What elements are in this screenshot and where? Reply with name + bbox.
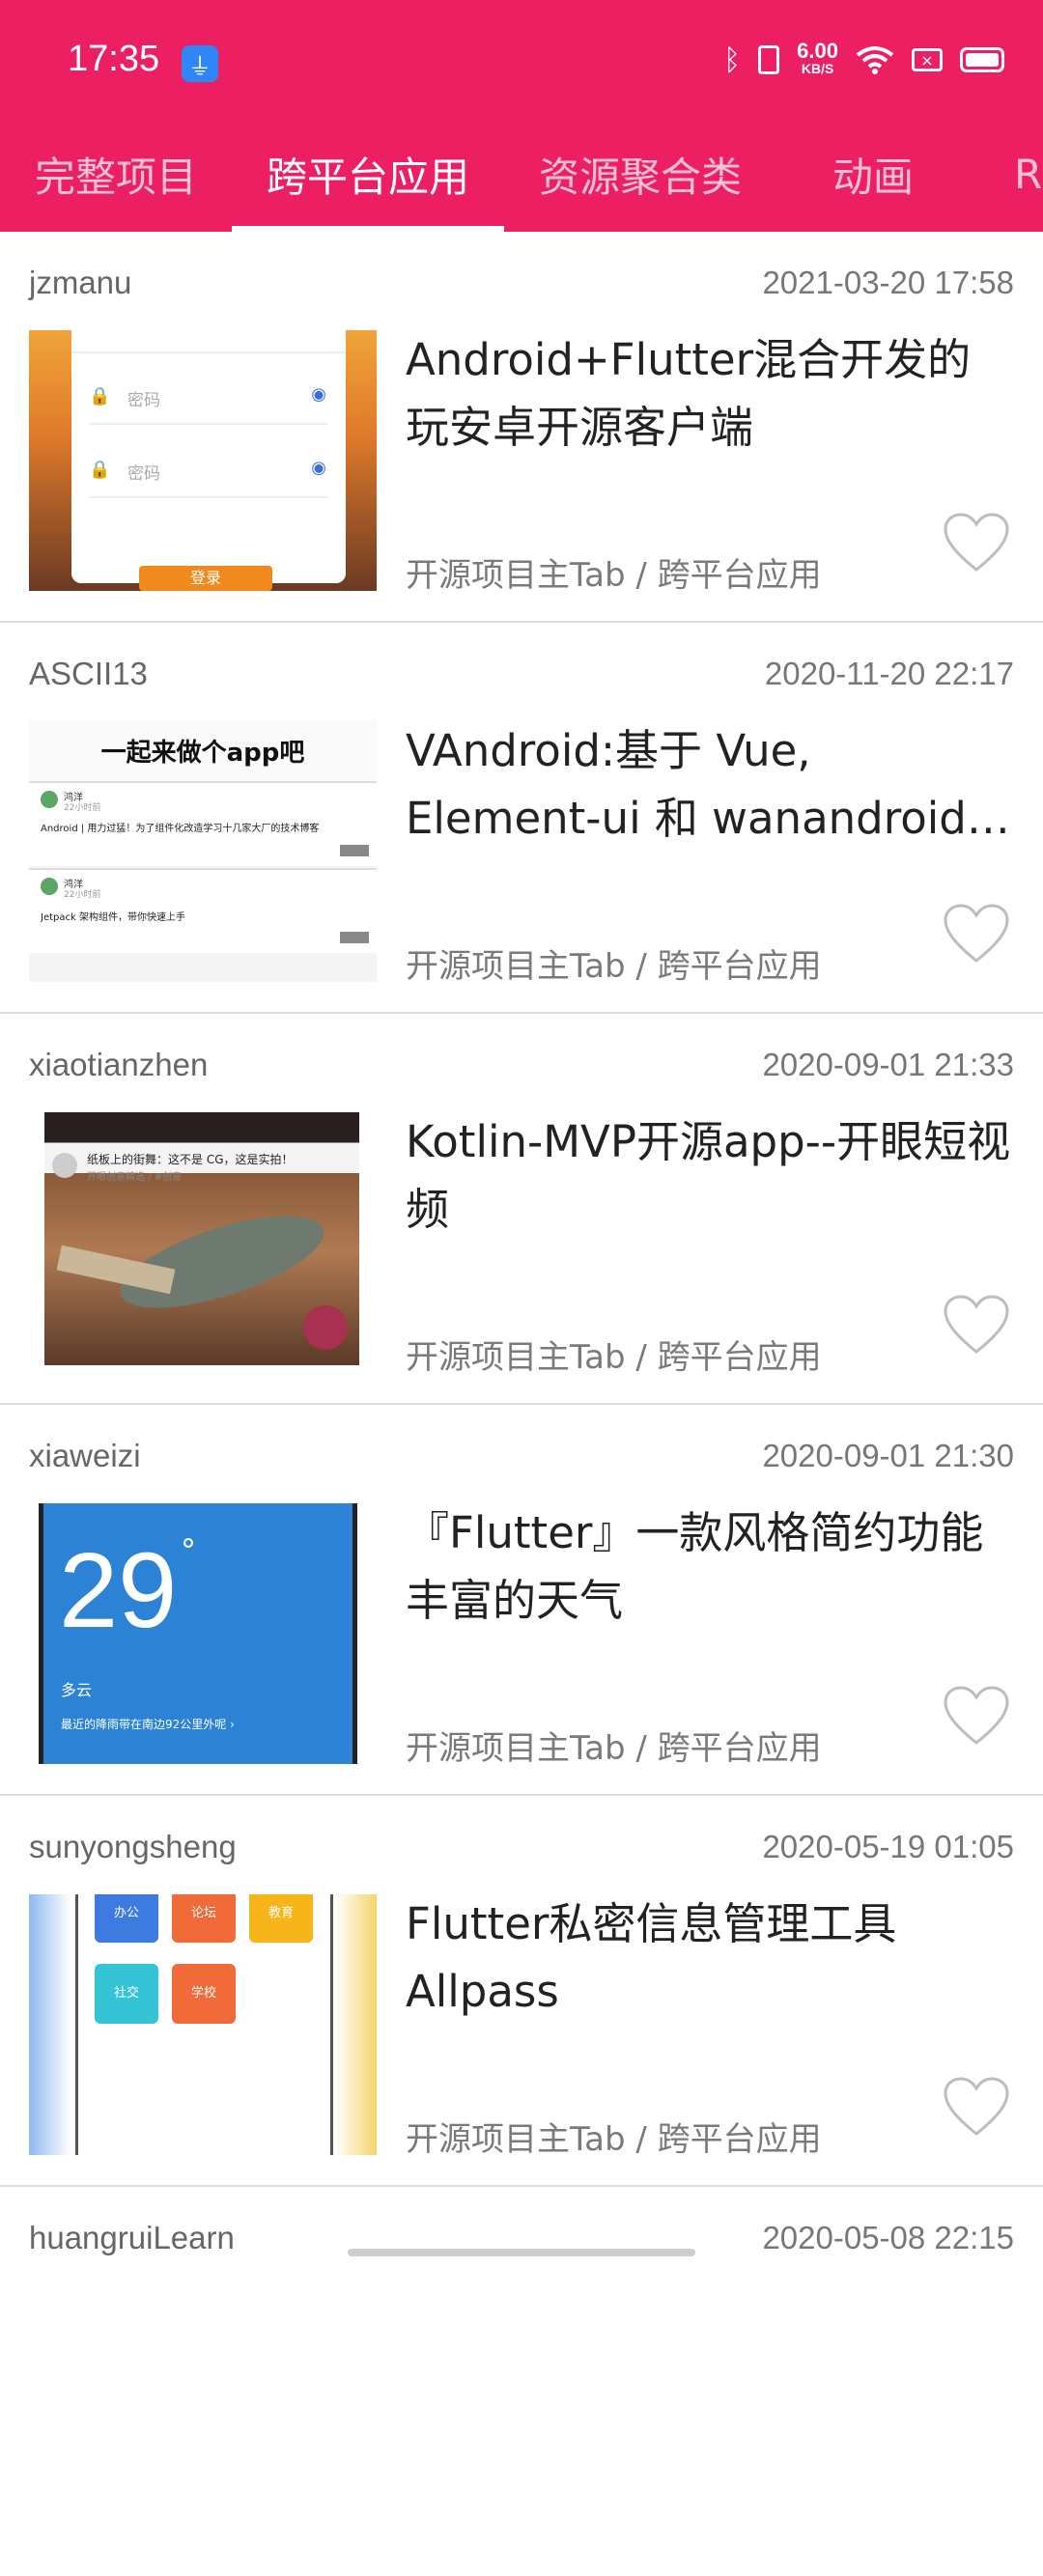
publish-date: 2020-11-20 22:17 [764, 656, 1014, 691]
status-time: 17:35 [68, 39, 160, 79]
project-thumbnail: 🔒 密码 ◉ 🔒 密码 ◉ 登录 [29, 330, 377, 591]
app-header: 17:35 ⏚ ᛒ 6.00 KB/S × 完整项目 跨平台应用 资源聚合类 动… [0, 0, 1043, 232]
chapter-path: 开源项目主Tab / 跨平台应用 [406, 1338, 822, 1377]
battery-icon [960, 47, 1004, 72]
chapter-path: 开源项目主Tab / 跨平台应用 [406, 2120, 822, 2159]
tab-animation[interactable]: 动画 [776, 116, 970, 232]
favorite-heart-icon[interactable] [943, 2076, 1010, 2138]
sim-card-icon: × [912, 48, 943, 71]
chapter-path: 开源项目主Tab / 跨平台应用 [406, 1729, 822, 1768]
vibrate-icon [758, 45, 780, 74]
status-bar: 17:35 ⏚ ᛒ 6.00 KB/S × [0, 0, 1043, 116]
project-title[interactable]: Android+Flutter混合开发的玩安卓开源客户端 [406, 326, 1014, 462]
chapter-path: 开源项目主Tab / 跨平台应用 [406, 556, 822, 595]
author-name: xiaweizi [29, 1438, 141, 1473]
tab-more[interactable]: R [1014, 116, 1043, 232]
tab-complete-projects[interactable]: 完整项目 [0, 116, 232, 232]
favorite-heart-icon[interactable] [943, 1294, 1010, 1356]
list-item[interactable]: ASCII13 2020-11-20 22:17 一起来做个app吧 鸿洋 22… [0, 623, 1043, 1014]
project-title[interactable]: 『Flutter』一款风格简约功能丰富的天气 [406, 1499, 1014, 1635]
list-item[interactable]: huangruiLearn 2020-05-08 22:15 [0, 2187, 1043, 2576]
project-title[interactable]: Kotlin-MVP开源app--开眼短视频 [406, 1108, 1014, 1244]
author-name: ASCII13 [29, 656, 148, 691]
project-thumbnail: 29 ° 多云 最近的降雨带在南边92公里外呢 › [29, 1503, 377, 1764]
author-name: sunyongsheng [29, 1829, 237, 1864]
gesture-navigation-bar[interactable] [348, 2249, 695, 2256]
publish-date: 2021-03-20 17:58 [762, 265, 1014, 300]
project-title[interactable]: Flutter私密信息管理工具Allpass [406, 1890, 1014, 2026]
publish-date: 2020-09-01 21:33 [762, 1047, 1014, 1082]
tab-cross-platform[interactable]: 跨平台应用 [232, 116, 504, 232]
usb-debug-icon: ⏚ [182, 45, 218, 82]
author-name: xiaotianzhen [29, 1047, 209, 1082]
list-item[interactable]: sunyongsheng 2020-05-19 01:05 办公 论坛 教育 社… [0, 1796, 1043, 2187]
publish-date: 2020-05-08 22:15 [762, 2220, 1014, 2255]
list-item[interactable]: jzmanu 2021-03-20 17:58 🔒 密码 ◉ 🔒 密码 ◉ 登录… [0, 232, 1043, 623]
project-thumbnail: 纸板上的街舞：这不是 CG，这是实拍！ 开眼创意精选 / #创意 [29, 1112, 377, 1373]
tab-resource-aggregation[interactable]: 资源聚合类 [504, 116, 776, 232]
category-tabs: 完整项目 跨平台应用 资源聚合类 动画 R [0, 116, 1043, 232]
wifi-icon [856, 46, 894, 74]
project-list[interactable]: jzmanu 2021-03-20 17:58 🔒 密码 ◉ 🔒 密码 ◉ 登录… [0, 232, 1043, 2576]
net-speed: 6.00 KB/S [797, 39, 838, 77]
project-thumbnail: 一起来做个app吧 鸿洋 22小时前 Android | 用力过猛！为了组件化改… [29, 721, 377, 982]
bluetooth-icon: ᛒ [723, 42, 742, 77]
favorite-heart-icon[interactable] [943, 1685, 1010, 1747]
list-item[interactable]: xiaotianzhen 2020-09-01 21:33 纸板上的街舞：这不是… [0, 1014, 1043, 1405]
project-thumbnail: 办公 论坛 教育 社交 学校 [29, 1894, 377, 2155]
favorite-heart-icon[interactable] [943, 512, 1010, 574]
publish-date: 2020-09-01 21:30 [762, 1438, 1014, 1473]
author-name: jzmanu [29, 265, 132, 300]
author-name: huangruiLearn [29, 2220, 235, 2255]
chapter-path: 开源项目主Tab / 跨平台应用 [406, 947, 822, 986]
favorite-heart-icon[interactable] [943, 903, 1010, 965]
list-item[interactable]: xiaweizi 2020-09-01 21:30 29 ° 多云 最近的降雨带… [0, 1405, 1043, 1796]
project-title[interactable]: VAndroid:基于 Vue, Element-ui 和 wanandroid… [406, 717, 1014, 853]
publish-date: 2020-05-19 01:05 [762, 1829, 1014, 1864]
